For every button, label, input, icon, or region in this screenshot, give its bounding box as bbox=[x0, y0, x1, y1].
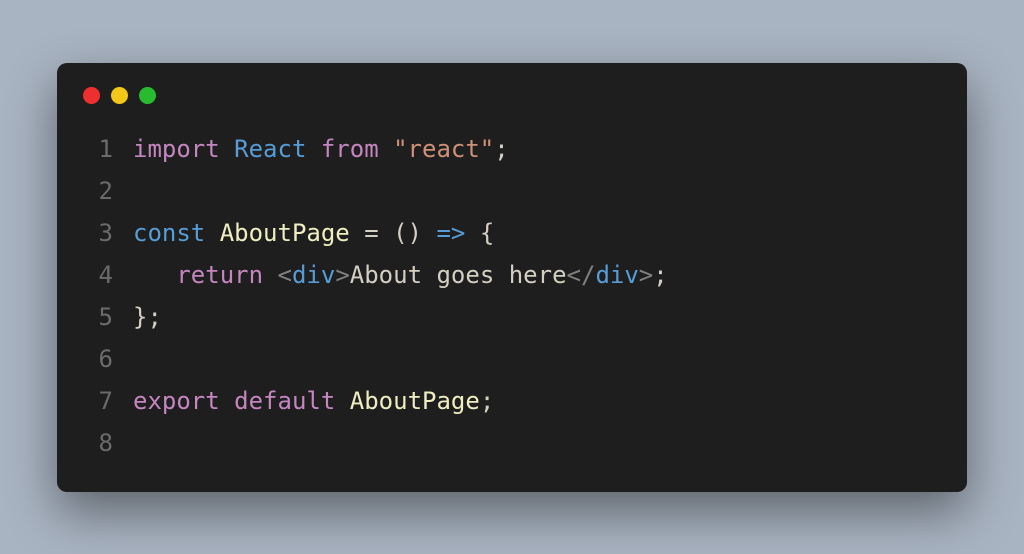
code-line: 4 return <div>About goes here</div>; bbox=[81, 254, 943, 296]
code-line: 6 bbox=[81, 338, 943, 380]
code-window: 1 import React from "react"; 23 const About… bbox=[57, 63, 967, 492]
line-number: 6 bbox=[81, 338, 113, 380]
line-content: return <div>About goes here</div>; bbox=[133, 254, 668, 296]
code-line: 8 bbox=[81, 422, 943, 464]
line-number: 3 bbox=[81, 212, 113, 254]
line-number: 8 bbox=[81, 422, 113, 464]
code-line: 7 export default AboutPage; bbox=[81, 380, 943, 422]
line-content: import React from "react"; bbox=[133, 128, 509, 170]
minimize-icon[interactable] bbox=[111, 87, 128, 104]
traffic-lights bbox=[83, 87, 943, 104]
code-block: 1 import React from "react"; 23 const About… bbox=[81, 128, 943, 464]
line-content: }; bbox=[133, 296, 162, 338]
line-content: export default AboutPage; bbox=[133, 380, 494, 422]
line-number: 2 bbox=[81, 170, 113, 212]
code-line: 2 bbox=[81, 170, 943, 212]
line-number: 1 bbox=[81, 128, 113, 170]
line-number: 4 bbox=[81, 254, 113, 296]
code-line: 5}; bbox=[81, 296, 943, 338]
close-icon[interactable] bbox=[83, 87, 100, 104]
line-content: const AboutPage = () => { bbox=[133, 212, 494, 254]
maximize-icon[interactable] bbox=[139, 87, 156, 104]
line-number: 5 bbox=[81, 296, 113, 338]
code-line: 1 import React from "react"; bbox=[81, 128, 943, 170]
line-number: 7 bbox=[81, 380, 113, 422]
code-line: 3 const AboutPage = () => { bbox=[81, 212, 943, 254]
